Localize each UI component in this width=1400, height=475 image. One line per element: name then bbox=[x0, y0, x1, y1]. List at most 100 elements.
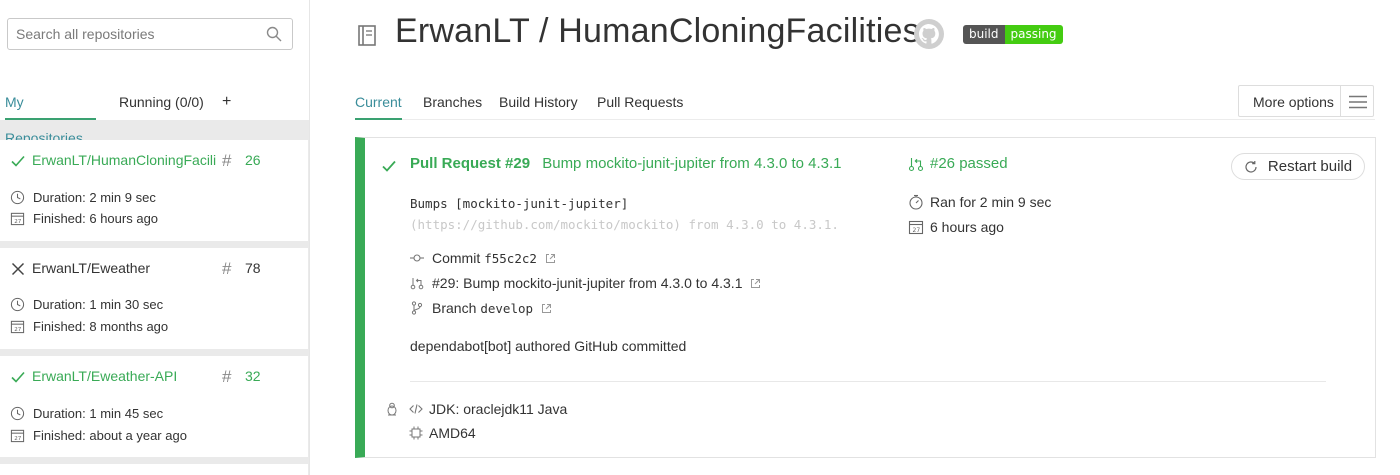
repo-card[interactable]: ErwanLT/Eweather # 78 Duration: 1 min 30… bbox=[0, 248, 308, 349]
check-icon bbox=[11, 155, 25, 167]
cpu-icon bbox=[409, 426, 423, 440]
stopwatch-icon bbox=[909, 194, 923, 210]
arch-text: AMD64 bbox=[429, 425, 476, 441]
external-link-icon[interactable] bbox=[545, 253, 556, 264]
pull-request-icon bbox=[908, 157, 924, 171]
repo-name[interactable]: ErwanLT/Eweather-API bbox=[32, 368, 177, 384]
pull-request-title[interactable]: Pull Request #29 Bump mockito-junit-jupi… bbox=[410, 155, 842, 172]
build-number[interactable]: 26 bbox=[245, 152, 261, 168]
pull-request-name: Bump mockito-junit-jupiter from 4.3.0 to… bbox=[542, 155, 842, 172]
more-options-label: More options bbox=[1253, 94, 1334, 110]
finished-row: 27 Finished: 6 hours ago bbox=[10, 211, 158, 226]
tab-branches[interactable]: Branches bbox=[423, 84, 482, 120]
clock-icon bbox=[10, 297, 25, 312]
branch-icon bbox=[411, 301, 423, 315]
svg-text:27: 27 bbox=[913, 227, 921, 234]
code-icon bbox=[409, 404, 423, 414]
hash-icon: # bbox=[222, 259, 232, 278]
svg-text:27: 27 bbox=[14, 436, 22, 442]
build-number[interactable]: 32 bbox=[245, 368, 261, 384]
commit-icon bbox=[410, 254, 424, 262]
restart-build-button[interactable]: Restart build bbox=[1231, 153, 1365, 180]
duration-text: Duration: 2 min 9 sec bbox=[33, 190, 156, 205]
divider bbox=[410, 381, 1326, 382]
sidebar-tabs: My Repositories Running (0/0) + bbox=[0, 84, 309, 146]
duration-row: Duration: 1 min 30 sec bbox=[10, 297, 163, 312]
pull-request-row[interactable]: #29: Bump mockito-junit-jupiter from 4.3… bbox=[410, 275, 761, 291]
calendar-icon: 27 bbox=[10, 320, 25, 333]
build-number[interactable]: 78 bbox=[245, 260, 261, 276]
page-title: ErwanLT / HumanCloningFacilities bbox=[395, 12, 920, 50]
main-tabs: Current Branches Build History Pull Requ… bbox=[355, 84, 1375, 120]
commit-message-line-faded: (https://github.com/mockito/mockito) fro… bbox=[410, 217, 839, 232]
duration-row: Duration: 2 min 9 sec bbox=[10, 190, 156, 205]
divider bbox=[1340, 86, 1341, 116]
tab-build-history[interactable]: Build History bbox=[499, 84, 578, 120]
duration-text: Duration: 1 min 45 sec bbox=[33, 406, 164, 421]
branch-label: Branch bbox=[432, 300, 477, 316]
jdk-row: JDK: oraclejdk11 Java bbox=[385, 401, 567, 417]
external-link-icon[interactable] bbox=[750, 278, 761, 289]
branch-row[interactable]: Branch develop bbox=[410, 300, 552, 316]
clock-icon bbox=[10, 190, 25, 205]
jdk-text: JDK: oraclejdk11 Java bbox=[429, 401, 568, 417]
cross-icon bbox=[11, 262, 25, 276]
repo-name[interactable]: ErwanLT/HumanCloningFacilities bbox=[32, 152, 216, 168]
clock-icon bbox=[10, 406, 25, 421]
calendar-icon: 27 bbox=[10, 429, 25, 442]
hamburger-icon bbox=[1349, 95, 1367, 109]
repo-card[interactable] bbox=[0, 464, 308, 475]
commit-message: Bumps [mockito-junit-jupiter] (https://g… bbox=[410, 193, 839, 235]
tab-my-repositories[interactable]: My Repositories bbox=[5, 84, 96, 146]
commit-label: Commit bbox=[432, 250, 481, 266]
github-icon[interactable] bbox=[913, 18, 945, 50]
duration-row: Duration: 1 min 45 sec bbox=[10, 406, 163, 421]
badge-label: build bbox=[963, 25, 1005, 44]
search-input[interactable] bbox=[8, 19, 258, 49]
search-box[interactable] bbox=[7, 18, 293, 50]
build-status-row[interactable]: #26 passed bbox=[908, 155, 1008, 172]
hash-icon: # bbox=[222, 151, 232, 170]
repo-card[interactable]: ErwanLT/HumanCloningFacilities # 26 Dura… bbox=[0, 140, 308, 241]
commit-sha[interactable]: f55c2c2 bbox=[484, 251, 537, 266]
commit-message-line: Bumps [mockito-junit-jupiter] bbox=[410, 196, 629, 211]
tab-add[interactable]: + bbox=[222, 84, 231, 120]
finished-text: 6 hours ago bbox=[930, 219, 1004, 235]
restart-build-label: Restart build bbox=[1267, 158, 1353, 175]
repository-icon bbox=[358, 25, 376, 46]
build-card: Pull Request #29 Bump mockito-junit-jupi… bbox=[355, 137, 1376, 458]
tab-running[interactable]: Running (0/0) bbox=[119, 84, 204, 120]
repo-name[interactable]: ErwanLT/Eweather bbox=[32, 260, 150, 276]
finished-text: Finished: 6 hours ago bbox=[33, 211, 159, 226]
external-link-icon[interactable] bbox=[541, 303, 552, 314]
finished-text: Finished: 8 months ago bbox=[33, 319, 169, 334]
svg-text:27: 27 bbox=[14, 219, 22, 225]
pull-request-label: Pull Request #29 bbox=[410, 155, 531, 172]
sidebar: My Repositories Running (0/0) + ErwanLT/… bbox=[0, 0, 310, 475]
check-icon bbox=[11, 371, 25, 383]
search-icon[interactable] bbox=[266, 26, 282, 42]
badge-status: passing bbox=[1004, 25, 1063, 44]
finished-row: 27 Finished: 8 months ago bbox=[10, 319, 168, 334]
finished-row: 27 6 hours ago bbox=[908, 219, 1004, 235]
duration-text: Duration: 1 min 30 sec bbox=[33, 297, 164, 312]
tab-current[interactable]: Current bbox=[355, 84, 402, 120]
more-options-button[interactable]: More options bbox=[1238, 85, 1374, 117]
branch-name[interactable]: develop bbox=[480, 301, 533, 316]
commit-row[interactable]: Commit f55c2c2 bbox=[410, 250, 556, 266]
tab-pull-requests[interactable]: Pull Requests bbox=[597, 84, 683, 120]
build-number-status[interactable]: #26 passed bbox=[930, 155, 1008, 172]
repo-card[interactable]: ErwanLT/Eweather-API # 32 Duration: 1 mi… bbox=[0, 356, 308, 457]
finished-row: 27 Finished: about a year ago bbox=[10, 428, 187, 443]
pull-request-icon bbox=[410, 278, 424, 290]
ran-for-text: Ran for 2 min 9 sec bbox=[930, 194, 1052, 210]
ran-for-row: Ran for 2 min 9 sec bbox=[908, 194, 1051, 210]
hash-icon: # bbox=[222, 367, 232, 386]
finished-text: Finished: about a year ago bbox=[33, 428, 187, 443]
build-status-badge[interactable]: build passing bbox=[963, 25, 1063, 44]
linux-icon bbox=[387, 402, 397, 416]
restart-icon bbox=[1245, 160, 1257, 173]
check-icon bbox=[382, 160, 396, 172]
pull-request-link[interactable]: #29: Bump mockito-junit-jupiter from 4.3… bbox=[432, 275, 742, 291]
sidebar-header: My Repositories Running (0/0) + bbox=[0, 0, 309, 146]
